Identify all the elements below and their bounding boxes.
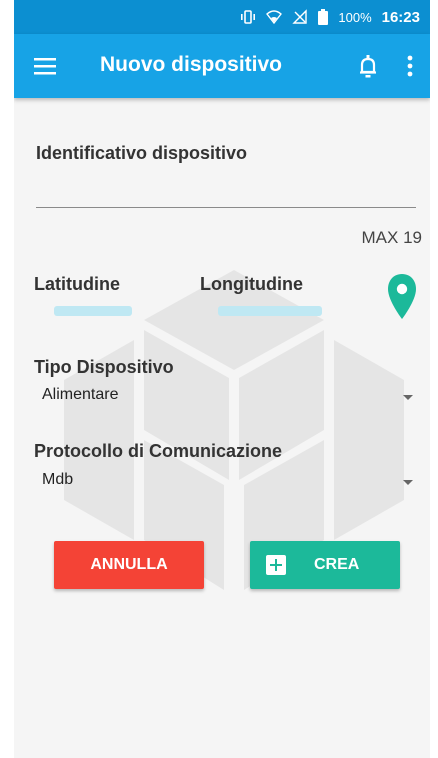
latitude-value bbox=[54, 306, 132, 316]
clock: 16:23 bbox=[381, 8, 420, 26]
max-length-hint: MAX 19 bbox=[361, 228, 422, 247]
device-type-value: Alimentare bbox=[42, 386, 119, 403]
cancel-button-label: ANNULLA bbox=[90, 556, 168, 573]
battery-icon bbox=[318, 9, 329, 25]
device-id-label: Identificativo dispositivo bbox=[36, 143, 248, 163]
wifi-icon bbox=[266, 10, 283, 25]
create-button[interactable]: CREA bbox=[250, 541, 400, 589]
longitude-label: Longitudine bbox=[200, 274, 303, 294]
protocol-label: Protocollo di Comunicazione bbox=[34, 441, 283, 461]
status-icons: 100% 16:23 bbox=[240, 0, 420, 34]
battery-percent: 100% bbox=[338, 9, 372, 25]
chevron-down-icon bbox=[403, 480, 413, 485]
device-id-input[interactable] bbox=[36, 176, 416, 208]
bell-icon[interactable] bbox=[354, 52, 382, 80]
protocol-value: Mdb bbox=[42, 471, 74, 488]
create-button-label: CREA bbox=[314, 556, 360, 573]
menu-icon[interactable] bbox=[32, 54, 60, 78]
app-bar: Nuovo dispositivo bbox=[14, 34, 430, 98]
status-bar: 100% 16:23 bbox=[14, 0, 430, 34]
vibrate-icon bbox=[241, 10, 256, 24]
device-id-underline bbox=[36, 207, 416, 208]
protocol-select[interactable] bbox=[34, 468, 418, 496]
more-vert-icon[interactable] bbox=[400, 52, 420, 80]
longitude-value bbox=[218, 306, 322, 316]
app-screen: 100% 16:23 Nuovo dispositivo Identificat… bbox=[14, 0, 430, 758]
cancel-button[interactable]: ANNULLA bbox=[54, 541, 204, 589]
page-title: Nuovo dispositivo bbox=[100, 53, 283, 76]
location-pin-icon[interactable] bbox=[386, 272, 418, 322]
chevron-down-icon bbox=[403, 395, 413, 400]
device-type-label: Tipo Dispositivo bbox=[34, 357, 174, 377]
add-box-icon bbox=[266, 555, 286, 575]
signal-icon bbox=[292, 9, 308, 24]
latitude-label: Latitudine bbox=[34, 274, 120, 294]
